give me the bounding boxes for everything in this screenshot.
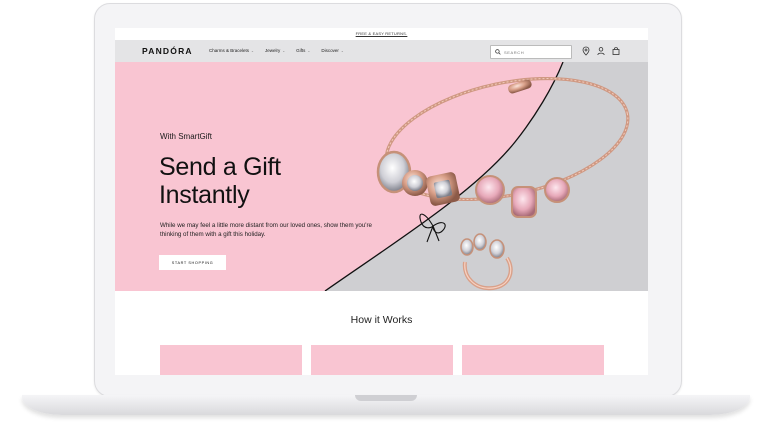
- hero-title-line: Instantly: [159, 181, 250, 209]
- nav-item-label: Gifts: [296, 48, 306, 53]
- laptop-notch: [355, 395, 417, 401]
- main-navigation: PANDÓRA Charms & Bracelets ⌄ Jewelry ⌄ G…: [115, 40, 648, 62]
- hero-title: Send a Gift Instantly: [159, 153, 359, 209]
- how-it-works-heading: How it Works: [350, 314, 413, 326]
- hero-title-line: Send a Gift: [159, 153, 281, 181]
- hero-description: While we may feel a little more distant …: [160, 222, 372, 238]
- how-it-works-card[interactable]: [160, 345, 302, 375]
- start-shopping-button[interactable]: START SHOPPING: [159, 255, 226, 270]
- nav-item-discover[interactable]: Discover ⌄: [321, 40, 343, 62]
- how-it-works-card[interactable]: [311, 345, 453, 375]
- nav-item-charms-bracelets[interactable]: Charms & Bracelets ⌄: [209, 40, 254, 62]
- nav-item-jewelry[interactable]: Jewelry ⌄: [265, 40, 285, 62]
- how-it-works-card[interactable]: [462, 345, 604, 375]
- chevron-down-icon: ⌄: [340, 49, 344, 53]
- nav-menu: Charms & Bracelets ⌄ Jewelry ⌄ Gifts ⌄ D…: [209, 40, 344, 62]
- location-pin-icon[interactable]: [581, 46, 591, 56]
- nav-item-label: Discover: [321, 48, 339, 53]
- chevron-down-icon: ⌄: [282, 49, 286, 53]
- nav-item-label: Charms & Bracelets: [209, 48, 250, 53]
- user-icon[interactable]: [596, 46, 606, 56]
- brand-logo[interactable]: PANDÓRA: [142, 40, 193, 62]
- shopping-bag-icon[interactable]: [611, 46, 621, 56]
- chevron-down-icon: ⌄: [307, 49, 311, 53]
- chevron-down-icon: ⌄: [251, 49, 254, 53]
- search-input[interactable]: [501, 47, 564, 57]
- browser-viewport: FREE & EASY RETURNS. PANDÓRA Charms & Br…: [115, 28, 648, 375]
- search-box[interactable]: [490, 45, 572, 59]
- promo-link[interactable]: FREE & EASY RETURNS.: [115, 28, 648, 40]
- hero-banner: With SmartGift Send a Gift Instantly Whi…: [115, 62, 648, 291]
- nav-item-label: Jewelry: [264, 48, 281, 53]
- hero-eyebrow: With SmartGift: [160, 132, 213, 141]
- nav-item-gifts[interactable]: Gifts ⌄: [296, 40, 310, 62]
